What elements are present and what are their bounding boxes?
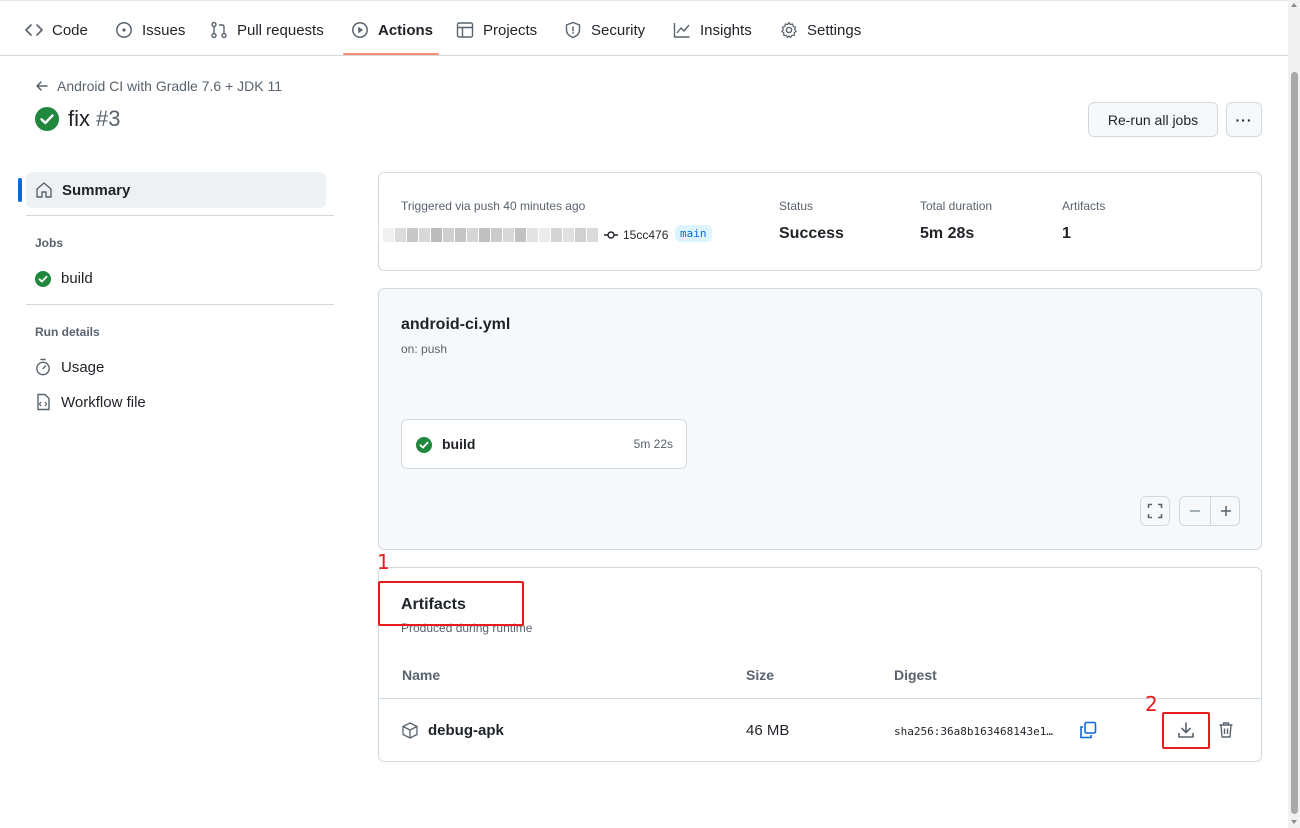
status-value: Success <box>779 225 844 242</box>
job-node-build[interactable]: build 5m 22s <box>401 419 687 469</box>
tab-actions-label: Actions <box>378 21 434 39</box>
artifact-digest: sha256:36a8b163468143e1… <box>894 725 1053 738</box>
tab-code[interactable]: Code <box>25 15 88 45</box>
success-check-icon <box>35 107 59 131</box>
sidebar-item-summary-label: Summary <box>62 181 131 199</box>
play-icon <box>352 22 368 38</box>
sidebar-item-workflow-file-label: Workflow file <box>61 393 146 411</box>
tab-security-label: Security <box>591 21 646 39</box>
back-to-workflow-link[interactable]: Android CI with Gradle 7.6 + JDK 11 <box>35 78 282 94</box>
commit-icon <box>604 231 618 239</box>
status-label: Status <box>779 199 814 213</box>
column-header-size: Size <box>746 667 775 683</box>
job-node-duration: 5m 22s <box>633 437 673 451</box>
annotation-box-download <box>1162 712 1210 749</box>
rerun-all-jobs-label: Re-run all jobs <box>1107 111 1199 128</box>
sidebar-divider <box>26 215 334 216</box>
delete-artifact-button[interactable] <box>1215 719 1237 741</box>
run-title: fix <box>68 106 90 131</box>
home-icon <box>36 182 52 198</box>
commit-sha-link[interactable]: 15cc476 <box>623 228 668 242</box>
page-scrollbar[interactable] <box>1288 0 1300 828</box>
artifacts-count-value: 1 <box>1062 225 1071 242</box>
scrollbar-thumb[interactable] <box>1291 72 1298 814</box>
tab-issues-label: Issues <box>142 21 186 39</box>
branch-label[interactable]: main <box>675 225 712 242</box>
annotation-number-1: 1 <box>377 550 390 574</box>
graph-icon <box>673 23 690 38</box>
scroll-up-arrow-icon[interactable] <box>1291 3 1297 7</box>
tab-actions[interactable]: Actions <box>351 15 433 45</box>
run-summary-card: Triggered via push 40 minutes ago Status… <box>378 172 1262 271</box>
duration-value: 5m 28s <box>920 225 975 242</box>
tab-projects[interactable]: Projects <box>456 15 537 45</box>
fullscreen-button[interactable] <box>1140 496 1170 526</box>
tab-settings-label: Settings <box>807 21 862 39</box>
success-check-icon <box>35 270 51 287</box>
tab-insights[interactable]: Insights <box>673 15 752 45</box>
run-number: #3 <box>96 106 121 131</box>
scroll-down-arrow-icon[interactable] <box>1291 820 1297 824</box>
gear-icon <box>781 21 797 39</box>
artifact-size: 46 MB <box>746 722 790 739</box>
sidebar-item-build-label: build <box>61 270 93 287</box>
table-icon <box>456 22 474 38</box>
success-check-icon <box>416 437 432 453</box>
active-tab-indicator <box>343 53 439 55</box>
plus-icon <box>1220 506 1231 516</box>
shield-icon <box>565 21 581 39</box>
code-icon <box>25 24 43 36</box>
tab-projects-label: Projects <box>483 21 538 39</box>
kebab-horizontal-icon: ··· <box>1235 111 1253 128</box>
dash-icon <box>1190 510 1200 512</box>
zoom-in-button[interactable] <box>1211 497 1240 525</box>
tab-insights-label: Insights <box>700 21 752 39</box>
sidebar-item-usage-label: Usage <box>61 358 105 376</box>
artifacts-count-label: Artifacts <box>1062 199 1106 213</box>
column-header-name: Name <box>402 667 441 683</box>
column-header-digest: Digest <box>894 667 937 683</box>
job-node-name: build <box>442 436 476 452</box>
workflow-trigger: on: push <box>401 342 448 356</box>
sidebar-item-summary[interactable]: Summary <box>26 172 326 208</box>
tab-settings[interactable]: Settings <box>780 15 861 45</box>
file-code-icon <box>37 393 50 411</box>
sidebar-run-details-heading: Run details <box>35 325 100 339</box>
rerun-all-jobs-button[interactable]: Re-run all jobs <box>1088 102 1218 137</box>
annotation-number-2: 2 <box>1145 692 1158 716</box>
sidebar-jobs-heading: Jobs <box>35 236 64 250</box>
table-divider <box>379 698 1261 699</box>
copy-icon[interactable] <box>1079 721 1097 739</box>
page-title: fix #3 <box>35 106 120 132</box>
sidebar-active-indicator <box>18 178 22 202</box>
screen-full-icon <box>1147 503 1163 519</box>
zoom-out-button[interactable] <box>1180 497 1210 525</box>
arrow-left-icon <box>36 81 48 91</box>
more-options-button[interactable]: ··· <box>1226 102 1262 137</box>
sidebar-divider <box>26 304 334 305</box>
tab-pull-requests-label: Pull requests <box>237 21 324 39</box>
pull-request-icon <box>211 21 227 39</box>
zoom-controls <box>1179 496 1240 526</box>
repo-nav: Code Issues Pull requests Actions Projec… <box>0 0 1288 56</box>
tab-security[interactable]: Security <box>564 15 645 45</box>
annotation-box-artifacts-title <box>378 581 524 626</box>
sidebar-item-workflow-file[interactable]: Workflow file <box>35 393 146 411</box>
tab-code-label: Code <box>52 21 88 39</box>
artifact-name-link[interactable]: debug-apk <box>428 722 504 739</box>
triggered-info: Triggered via push 40 minutes ago <box>401 199 586 213</box>
tab-issues[interactable]: Issues <box>115 15 185 45</box>
sidebar-item-build[interactable]: build <box>35 270 93 287</box>
tab-pull-requests[interactable]: Pull requests <box>210 15 324 45</box>
trash-icon <box>1219 722 1233 738</box>
redacted-author <box>383 228 605 242</box>
sidebar-item-usage[interactable]: Usage <box>35 358 104 376</box>
duration-label: Total duration <box>920 199 993 213</box>
issue-icon <box>116 22 132 38</box>
workflow-name: Android CI with Gradle 7.6 + JDK 11 <box>57 78 283 94</box>
stopwatch-icon <box>36 358 50 376</box>
workflow-file-name[interactable]: android-ci.yml <box>401 316 510 334</box>
package-icon <box>402 722 418 739</box>
